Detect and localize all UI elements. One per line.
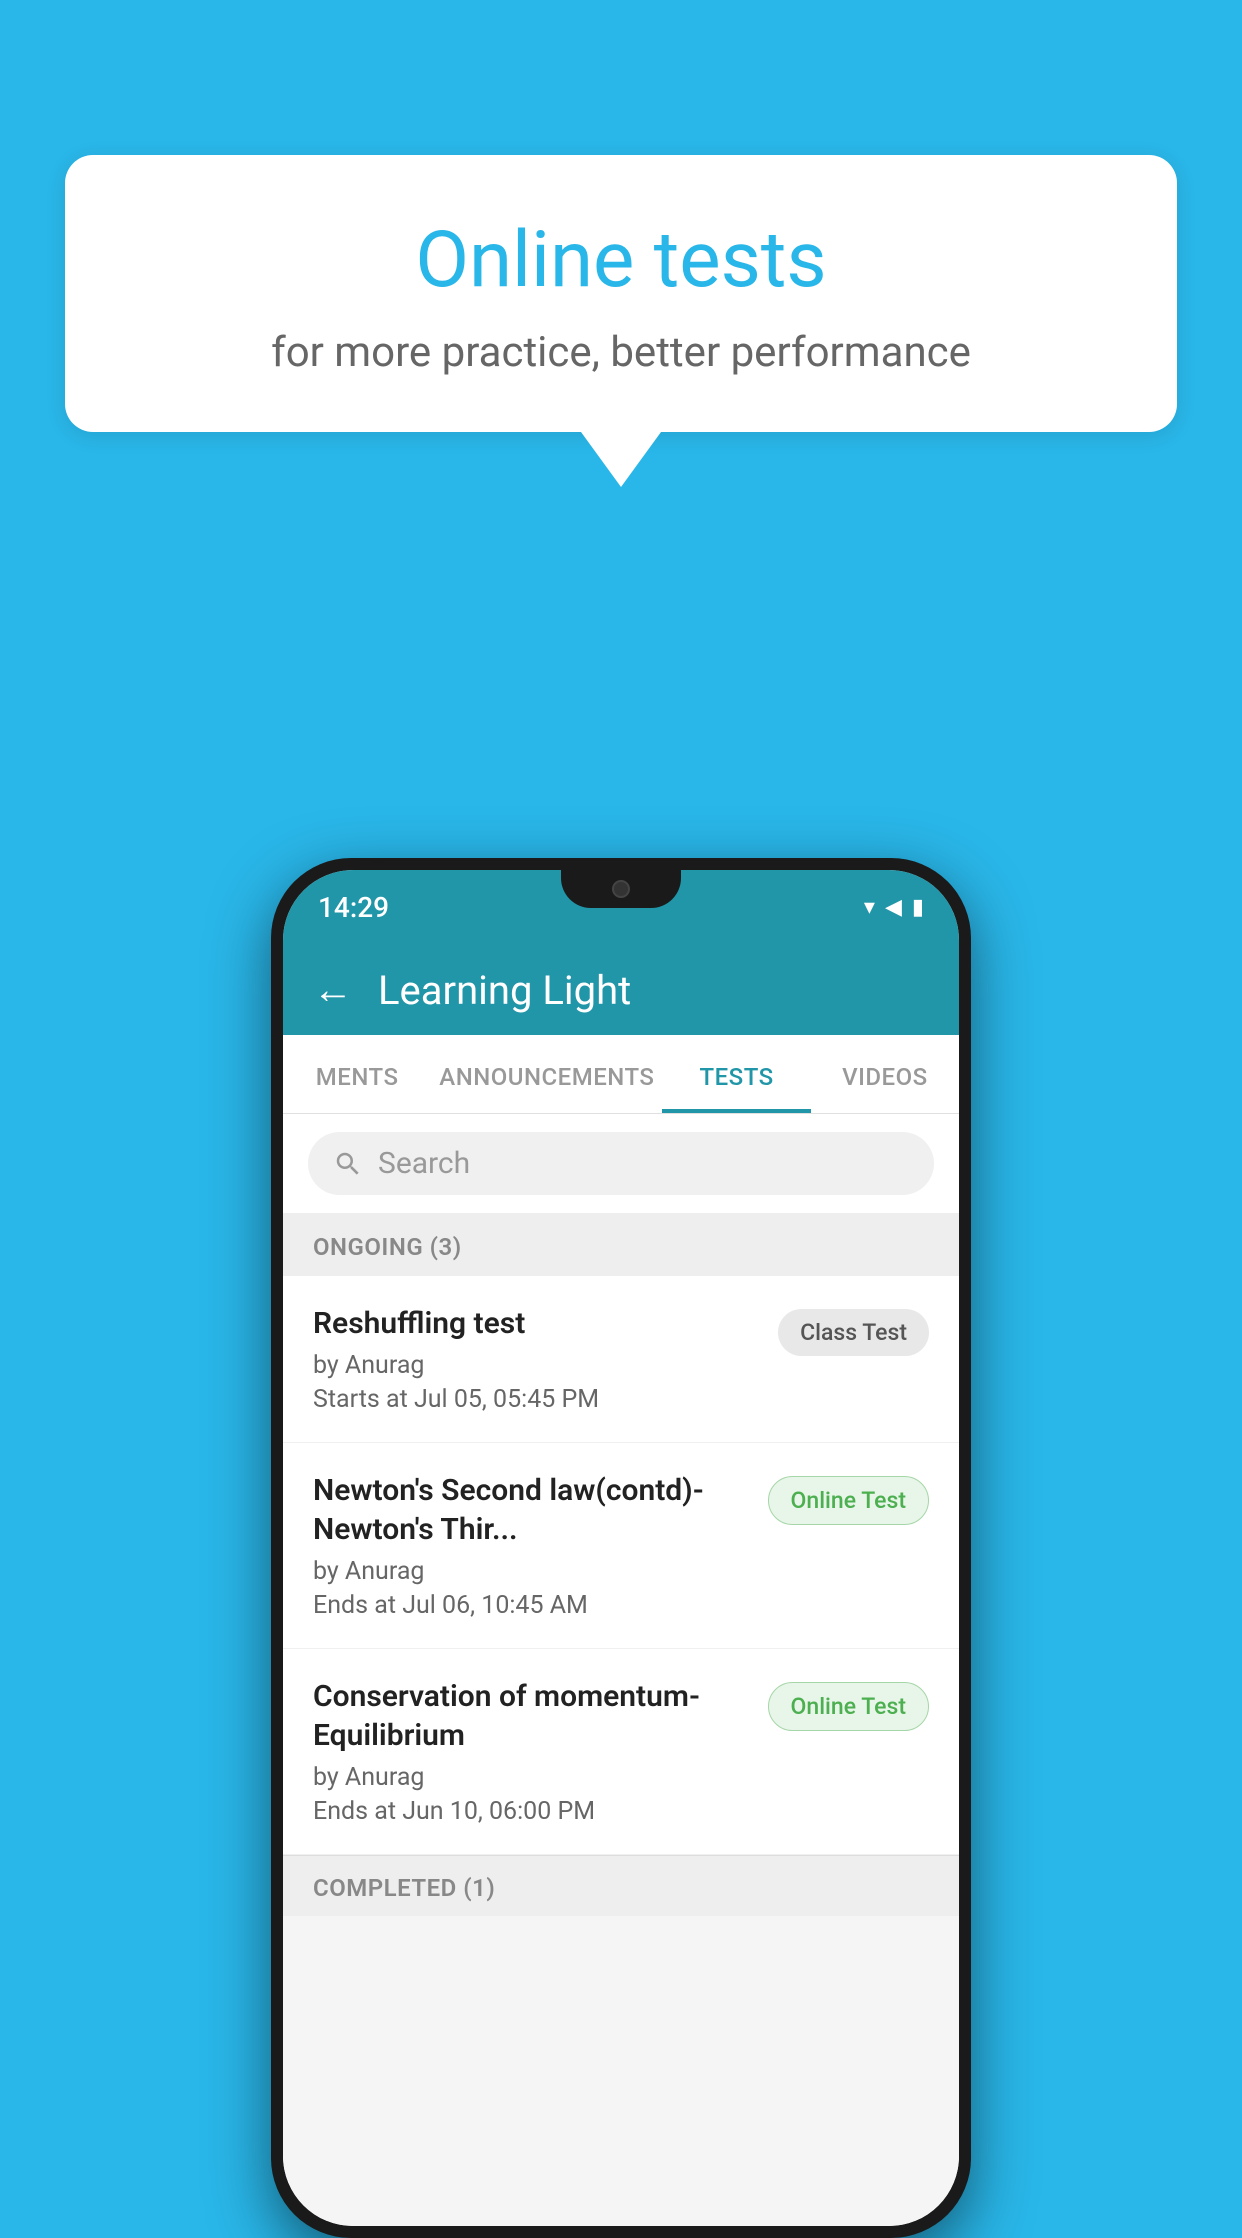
test-info-3: Conservation of momentum-Equilibrium by … (313, 1677, 768, 1826)
test-item-newtons[interactable]: Newton's Second law(contd)-Newton's Thir… (283, 1443, 959, 1649)
test-name-1: Reshuffling test (313, 1304, 763, 1343)
bubble-title: Online tests (115, 215, 1127, 306)
app-title: Learning Light (378, 967, 631, 1014)
search-icon (333, 1149, 363, 1179)
ongoing-section-header: ONGOING (3) (283, 1213, 959, 1276)
phone-frame: 14:29 ▾ ◀ ▮ ← Learning Light MENTS ANNOU… (271, 858, 971, 2238)
test-badge-3: Online Test (768, 1682, 929, 1731)
speech-bubble-container: Online tests for more practice, better p… (65, 155, 1177, 487)
back-button[interactable]: ← (313, 970, 353, 1010)
test-time-1: Starts at Jul 05, 05:45 PM (313, 1385, 763, 1414)
search-placeholder: Search (378, 1146, 470, 1181)
battery-icon: ▮ (912, 895, 924, 920)
phone-screen: 14:29 ▾ ◀ ▮ ← Learning Light MENTS ANNOU… (283, 870, 959, 2226)
search-container: Search (283, 1114, 959, 1213)
phone-notch (561, 870, 681, 908)
test-info-2: Newton's Second law(contd)-Newton's Thir… (313, 1471, 768, 1620)
status-bar: 14:29 ▾ ◀ ▮ (283, 870, 959, 945)
test-by-2: by Anurag (313, 1557, 753, 1586)
tab-videos[interactable]: VIDEOS (811, 1035, 959, 1113)
ongoing-title: ONGOING (3) (313, 1233, 462, 1261)
completed-title: COMPLETED (1) (313, 1874, 495, 1902)
test-name-2: Newton's Second law(contd)-Newton's Thir… (313, 1471, 753, 1549)
tabs-bar: MENTS ANNOUNCEMENTS TESTS VIDEOS (283, 1035, 959, 1114)
camera-dot (612, 880, 630, 898)
test-item-reshuffling[interactable]: Reshuffling test by Anurag Starts at Jul… (283, 1276, 959, 1443)
signal-icon: ◀ (885, 895, 902, 920)
test-badge-1: Class Test (778, 1309, 929, 1356)
test-by-1: by Anurag (313, 1351, 763, 1380)
tab-tests[interactable]: TESTS (662, 1035, 810, 1113)
test-badge-2: Online Test (768, 1476, 929, 1525)
search-input-wrap[interactable]: Search (308, 1132, 934, 1195)
test-info-1: Reshuffling test by Anurag Starts at Jul… (313, 1304, 778, 1414)
app-header: ← Learning Light (283, 945, 959, 1035)
speech-bubble: Online tests for more practice, better p… (65, 155, 1177, 432)
test-time-2: Ends at Jul 06, 10:45 AM (313, 1591, 753, 1620)
status-time: 14:29 (318, 891, 389, 924)
tab-ments[interactable]: MENTS (283, 1035, 431, 1113)
test-name-3: Conservation of momentum-Equilibrium (313, 1677, 753, 1755)
tab-announcements[interactable]: ANNOUNCEMENTS (431, 1035, 662, 1113)
bubble-tail (581, 432, 661, 487)
content-area: ONGOING (3) Reshuffling test by Anurag S… (283, 1213, 959, 2226)
completed-section-header: COMPLETED (1) (283, 1855, 959, 1916)
wifi-icon: ▾ (864, 895, 875, 920)
test-item-conservation[interactable]: Conservation of momentum-Equilibrium by … (283, 1649, 959, 1855)
bubble-subtitle: for more practice, better performance (115, 328, 1127, 377)
test-by-3: by Anurag (313, 1763, 753, 1792)
test-time-3: Ends at Jun 10, 06:00 PM (313, 1797, 753, 1826)
status-icons: ▾ ◀ ▮ (864, 895, 924, 920)
